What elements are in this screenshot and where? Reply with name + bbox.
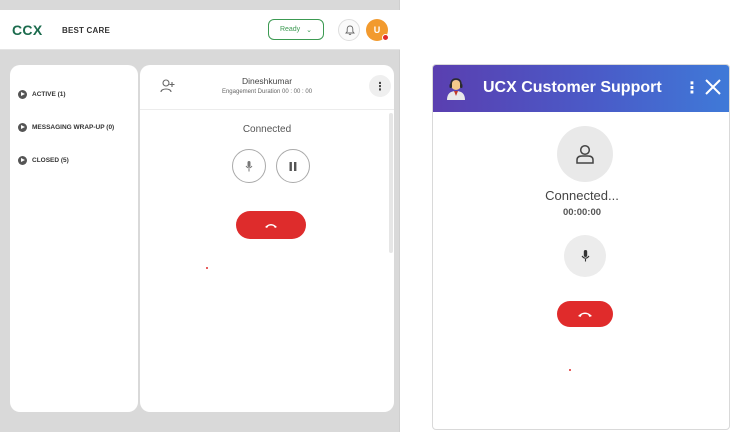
contact-avatar <box>557 126 613 182</box>
widget-mute-button[interactable] <box>564 235 606 277</box>
end-call-icon <box>578 312 592 317</box>
call-panel: Dineshkumar Engagement Duration 00 : 00 … <box>140 65 394 412</box>
chevron-down-icon: ⌄ <box>306 26 313 34</box>
hold-button[interactable] <box>276 149 310 183</box>
support-agent-icon <box>447 78 465 100</box>
close-icon[interactable] <box>703 77 723 97</box>
app-logo: CCX <box>12 22 43 38</box>
agent-status-select[interactable]: Ready ⌄ <box>268 19 324 40</box>
mic-icon <box>245 160 253 171</box>
user-icon <box>576 144 594 164</box>
indicator-dot <box>206 267 208 269</box>
bell-icon <box>345 25 355 36</box>
notifications-button[interactable] <box>338 19 360 41</box>
indicator-dot <box>569 369 571 371</box>
conversation-group-label: ACTIVE (1) <box>32 91 66 98</box>
widget-title: UCX Customer Support <box>483 79 662 96</box>
widget-header: UCX Customer Support ⋮ <box>433 65 729 112</box>
call-header: Dineshkumar Engagement Duration 00 : 00 … <box>140 65 394 110</box>
mute-button[interactable] <box>232 149 266 183</box>
call-timer: 00:00:00 <box>562 207 602 218</box>
agent-desktop: CCX BEST CARE Ready ⌄ U ACTIVE (1) MESSA… <box>0 0 400 432</box>
expand-icon <box>18 90 27 99</box>
conversation-group-label: MESSAGING WRAP-UP (0) <box>32 124 115 131</box>
top-bar: CCX BEST CARE Ready ⌄ U <box>0 10 400 50</box>
caller-name: Dineshkumar <box>241 76 293 86</box>
conversation-list-panel: ACTIVE (1) MESSAGING WRAP-UP (0) CLOSED … <box>10 65 138 412</box>
more-vertical-icon[interactable]: ⋮ <box>369 75 391 97</box>
widget-end-call-button[interactable] <box>557 301 613 327</box>
user-avatar[interactable]: U <box>366 19 389 41</box>
more-vertical-icon[interactable]: ⋮ <box>684 78 700 98</box>
presence-dot <box>382 34 389 41</box>
status-select-value: Ready <box>279 26 301 33</box>
widget-call-status: Connected... <box>545 188 619 203</box>
conversation-group-label: CLOSED (5) <box>32 157 69 164</box>
mic-icon <box>581 250 589 262</box>
support-widget: UCX Customer Support ⋮ Connected... 00:0… <box>432 64 730 430</box>
pause-icon <box>289 161 297 171</box>
avatar-initial: U <box>373 25 381 35</box>
call-status: Connected <box>242 124 292 135</box>
conversation-group-wrap-up[interactable]: MESSAGING WRAP-UP (0) <box>18 123 114 132</box>
end-call-icon <box>265 223 277 228</box>
end-call-button[interactable] <box>236 211 306 239</box>
expand-icon <box>18 123 27 132</box>
conversation-group-closed[interactable]: CLOSED (5) <box>18 156 69 165</box>
conversation-group-active[interactable]: ACTIVE (1) <box>18 90 66 99</box>
engagement-duration: Engagement Duration 00 : 00 : 00 <box>221 89 313 95</box>
expand-icon <box>18 156 27 165</box>
tenant-name: BEST CARE <box>62 26 111 35</box>
